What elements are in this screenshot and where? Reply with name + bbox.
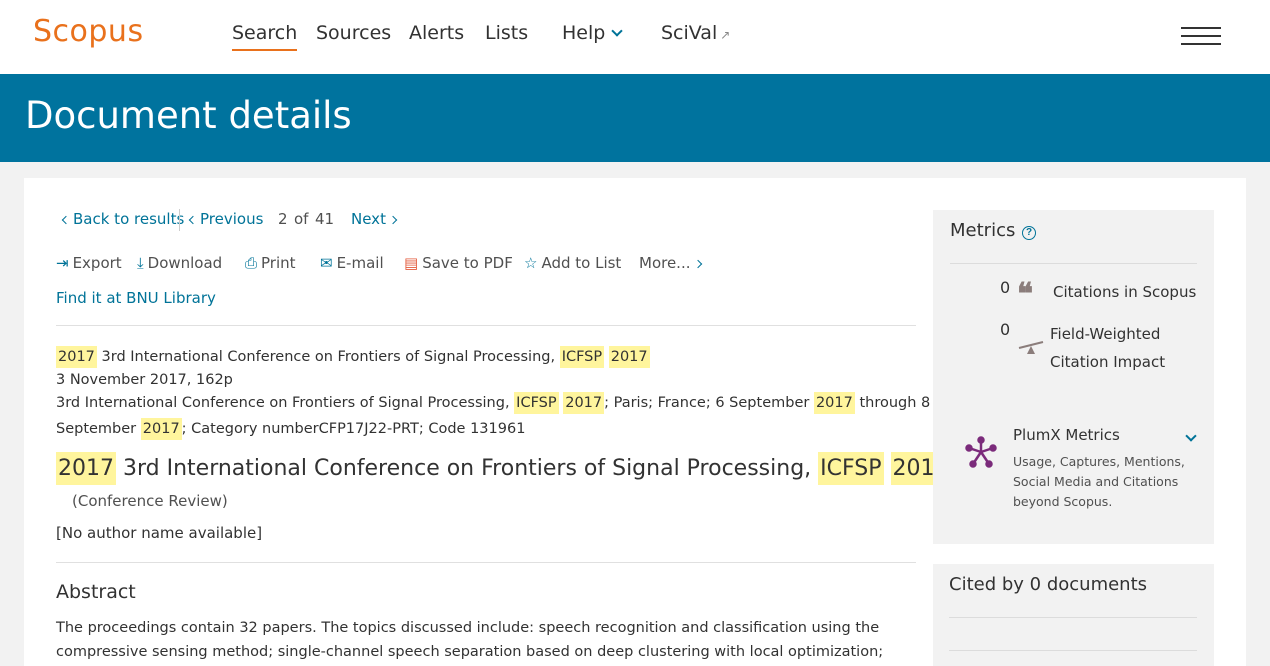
source-line-3: 3rd International Conference on Frontier…: [56, 392, 931, 414]
back-to-results-link[interactable]: Back to results: [61, 210, 185, 228]
star-icon: ☆: [524, 254, 538, 272]
chevron-down-icon: [611, 25, 623, 37]
add-to-list-button[interactable]: ☆ Add to List: [524, 254, 621, 272]
scopus-logo[interactable]: Scopus: [33, 14, 144, 49]
export-icon: ⇥: [56, 254, 69, 272]
source-text: through 8: [854, 395, 931, 411]
quote-icon: ❝: [1017, 277, 1034, 312]
back-label: Back to results: [73, 210, 185, 228]
highlight-acronym: ICFSP: [559, 346, 605, 368]
fwci-value: 0: [1000, 320, 1011, 339]
more-button[interactable]: More...: [639, 254, 702, 272]
page-title: Document details: [25, 94, 352, 137]
menu-icon[interactable]: [1181, 27, 1221, 45]
source-line-1: 2017 3rd International Conference on Fro…: [56, 346, 650, 368]
export-label: Export: [72, 254, 122, 272]
source-line-4: September 2017; Category numberCFP17J22-…: [56, 418, 526, 440]
highlight-year: 2017: [813, 392, 855, 414]
divider: [56, 562, 916, 563]
highlight-year: 2017: [608, 346, 650, 368]
top-navigation: Scopus Search Sources Alerts Lists Help …: [0, 0, 1270, 74]
page-banner: Document details: [0, 74, 1270, 162]
balance-icon: [1018, 341, 1044, 354]
help-icon[interactable]: ?: [1022, 226, 1036, 240]
metrics-panel: Metrics ? 0 ❝ Citations in Scopus 0 Fiel…: [933, 210, 1214, 544]
highlight-year: 2017: [563, 392, 605, 414]
more-label: More...: [639, 254, 691, 272]
fwci-label-1: Field-Weighted: [1050, 325, 1161, 343]
divider: [949, 617, 1197, 618]
plumx-icon: [965, 436, 997, 468]
plumx-title[interactable]: PlumX Metrics: [1013, 426, 1120, 444]
previous-link[interactable]: Previous: [188, 210, 264, 228]
divider: [56, 325, 916, 326]
fwci-label: Field-Weighted Citation Impact: [1050, 320, 1165, 376]
highlight-year: 2017: [56, 452, 116, 485]
divider: [949, 650, 1197, 651]
print-button[interactable]: ⎙ Print: [245, 254, 296, 272]
chevron-left-icon: [61, 215, 71, 225]
pagination-divider: [179, 209, 180, 231]
print-label: Print: [261, 254, 296, 272]
chevron-right-icon: [388, 215, 398, 225]
email-icon: ✉: [320, 254, 333, 272]
add-list-label: Add to List: [541, 254, 622, 272]
nav-lists[interactable]: Lists: [485, 22, 528, 44]
plumx-description: Usage, Captures, Mentions, Social Media …: [1013, 454, 1185, 509]
citations-label: Citations in Scopus: [1053, 283, 1197, 301]
document-title: 2017 3rd International Conference on Fro…: [56, 452, 951, 485]
source-text: 3rd International Conference on Frontier…: [96, 349, 560, 365]
nav-search[interactable]: Search: [232, 22, 298, 51]
citations-count: 0: [1000, 278, 1011, 297]
page-of: of: [294, 210, 309, 228]
download-icon: ⤓: [137, 254, 144, 272]
highlight-acronym: ICFSP: [818, 452, 884, 485]
highlight-year: 2017: [56, 346, 97, 368]
nav-help[interactable]: Help: [562, 22, 623, 44]
find-it-link[interactable]: Find it at BNU Library: [56, 289, 216, 307]
download-button[interactable]: ⤓ Download: [137, 254, 222, 272]
export-button[interactable]: ⇥ Export: [56, 254, 122, 272]
highlight-year: 2017: [140, 418, 182, 440]
authors: [No author name available]: [56, 524, 263, 542]
pdf-icon: ▤: [404, 254, 419, 272]
divider: [950, 263, 1197, 264]
previous-label: Previous: [200, 210, 264, 228]
chevron-right-icon: [693, 259, 702, 269]
next-label: Next: [351, 210, 386, 228]
download-label: Download: [147, 254, 223, 272]
highlight-acronym: ICFSP: [514, 392, 559, 414]
fwci-label-2: Citation Impact: [1050, 353, 1166, 371]
nav-scival-label: SciVal: [661, 22, 718, 44]
source-text: 3rd International Conference on Frontier…: [56, 395, 515, 411]
save-pdf-label: Save to PDF: [422, 254, 513, 272]
cited-by-heading: Cited by 0 documents: [949, 574, 1148, 595]
next-link[interactable]: Next: [351, 210, 398, 228]
save-pdf-button[interactable]: ▤ Save to PDF: [404, 254, 513, 272]
document-type: (Conference Review): [72, 492, 228, 510]
nav-sources[interactable]: Sources: [316, 22, 391, 44]
nav-help-label: Help: [562, 22, 606, 44]
page-total: 41: [315, 210, 335, 228]
email-label: E-mail: [336, 254, 384, 272]
nav-scival[interactable]: SciVal ↗: [661, 22, 730, 44]
email-button[interactable]: ✉ E-mail: [320, 254, 384, 272]
abstract-heading: Abstract: [56, 581, 136, 603]
source-date: 3 November 2017, 162p: [56, 372, 233, 388]
nav-alerts[interactable]: Alerts: [409, 22, 464, 44]
page-current: 2: [278, 210, 288, 228]
title-text: 3rd International Conference on Frontier…: [116, 456, 819, 481]
chevron-down-icon[interactable]: [1185, 430, 1197, 442]
source-text: September: [56, 421, 141, 437]
source-text: ; Paris; France; 6 September: [604, 395, 814, 411]
external-link-icon: ↗: [720, 28, 731, 42]
chevron-left-icon: [188, 215, 198, 225]
metrics-heading: Metrics: [950, 220, 1016, 241]
abstract-text: The proceedings contain 32 papers. The t…: [56, 620, 884, 660]
cited-by-panel: Cited by 0 documents: [933, 564, 1214, 666]
source-text: ; Category numberCFP17J22-PRT; Code 1319…: [181, 421, 526, 437]
print-icon: ⎙: [245, 254, 258, 272]
